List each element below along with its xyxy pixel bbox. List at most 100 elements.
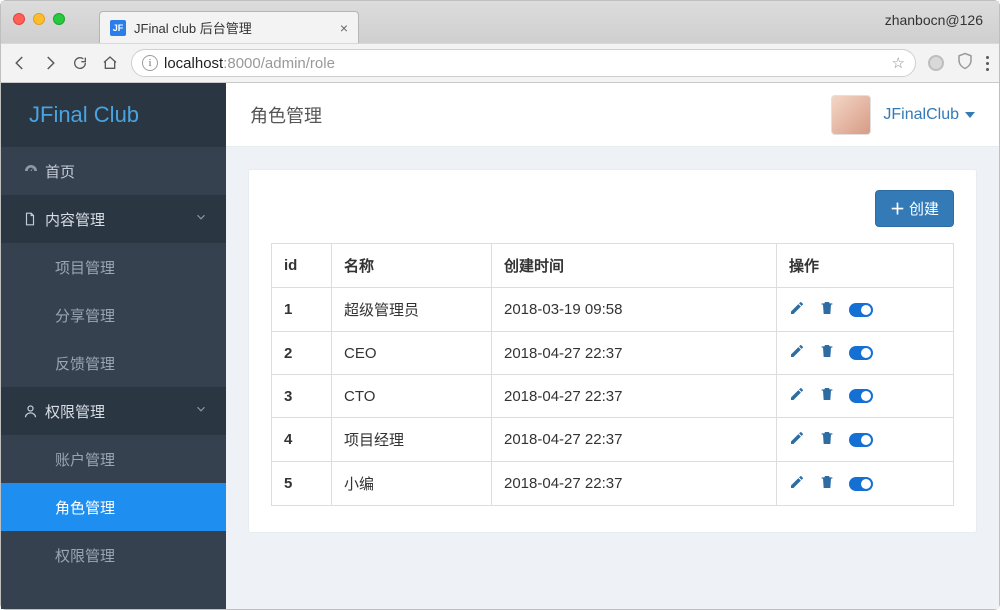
toggle-switch[interactable]: [849, 346, 873, 360]
sidebar-item-label: 权限管理: [45, 401, 194, 422]
sidebar-item-label: 首页: [45, 161, 208, 182]
user-menu[interactable]: JFinalClub: [883, 106, 975, 124]
cell-id: 5: [272, 462, 332, 506]
cell-ops: [777, 288, 954, 332]
user-icon: [23, 403, 45, 419]
cell-created: 2018-04-27 22:37: [492, 332, 777, 375]
delete-icon[interactable]: [819, 300, 835, 320]
favicon: JF: [110, 20, 126, 36]
sidebar-sub-content-2[interactable]: 反馈管理: [1, 339, 226, 387]
edit-icon[interactable]: [789, 386, 805, 406]
browser-menu-button[interactable]: [986, 56, 989, 71]
sidebar-item-content[interactable]: 内容管理: [1, 195, 226, 243]
edit-icon[interactable]: [789, 474, 805, 494]
cell-created: 2018-04-27 22:37: [492, 375, 777, 418]
plus-icon: ＋: [890, 198, 905, 219]
caret-down-icon: [965, 112, 975, 118]
site-info-icon[interactable]: i: [142, 55, 158, 71]
sidebar: JFinal Club 首页 内容管理 项目管理分享管理反馈管理 权限管理: [1, 83, 226, 609]
main-area: 角色管理 JFinalClub ＋ 创建: [226, 83, 999, 609]
cell-ops: [777, 375, 954, 418]
cell-ops: [777, 332, 954, 375]
cell-ops: [777, 418, 954, 462]
file-icon: [23, 211, 45, 227]
toggle-switch[interactable]: [849, 477, 873, 491]
table-row: 3CTO2018-04-27 22:37: [272, 375, 954, 418]
table-row: 5小编2018-04-27 22:37: [272, 462, 954, 506]
table-row: 4项目经理2018-04-27 22:37: [272, 418, 954, 462]
cell-name: CTO: [332, 375, 492, 418]
col-ops: 操作: [777, 244, 954, 288]
sidebar-item-permission[interactable]: 权限管理: [1, 387, 226, 435]
page-title: 角色管理: [250, 102, 322, 128]
create-button[interactable]: ＋ 创建: [875, 190, 954, 227]
delete-icon[interactable]: [819, 386, 835, 406]
close-tab-button[interactable]: ×: [340, 20, 348, 36]
cell-id: 2: [272, 332, 332, 375]
dashboard-icon: [23, 163, 45, 179]
maximize-window-button[interactable]: [53, 13, 65, 25]
delete-icon[interactable]: [819, 430, 835, 450]
cell-id: 4: [272, 418, 332, 462]
chevron-down-icon: [194, 402, 208, 420]
url-text: localhost:8000/admin/role: [164, 55, 335, 72]
home-button[interactable]: [101, 54, 119, 72]
role-table: id 名称 创建时间 操作 1超级管理员2018-03-19 09:582CEO…: [271, 243, 954, 506]
table-row: 2CEO2018-04-27 22:37: [272, 332, 954, 375]
sidebar-sub-perm-1[interactable]: 角色管理: [1, 483, 226, 531]
cell-name: CEO: [332, 332, 492, 375]
username-label: JFinalClub: [883, 106, 959, 124]
sidebar-item-label: 内容管理: [45, 209, 194, 230]
cell-created: 2018-04-27 22:37: [492, 418, 777, 462]
back-button[interactable]: [11, 54, 29, 72]
minimize-window-button[interactable]: [33, 13, 45, 25]
close-window-button[interactable]: [13, 13, 25, 25]
delete-icon[interactable]: [819, 474, 835, 494]
window-controls: [13, 13, 65, 25]
brand-text: JFinal Club: [29, 102, 139, 128]
sidebar-sub-perm-2[interactable]: 权限管理: [1, 531, 226, 579]
browser-profile-label: zhanbocn@126: [885, 12, 983, 32]
address-bar[interactable]: i localhost:8000/admin/role ☆: [131, 49, 916, 77]
create-button-label: 创建: [909, 198, 939, 219]
cell-ops: [777, 462, 954, 506]
toggle-switch[interactable]: [849, 303, 873, 317]
chevron-down-icon: [194, 210, 208, 228]
edit-icon[interactable]: [789, 343, 805, 363]
cell-created: 2018-03-19 09:58: [492, 288, 777, 332]
edit-icon[interactable]: [789, 300, 805, 320]
app-root: JFinal Club 首页 内容管理 项目管理分享管理反馈管理 权限管理: [1, 83, 999, 609]
account-avatar-icon[interactable]: [928, 55, 944, 71]
browser-tab[interactable]: JF JFinal club 后台管理 ×: [99, 11, 359, 43]
sidebar-sub-content-0[interactable]: 项目管理: [1, 243, 226, 291]
toggle-switch[interactable]: [849, 433, 873, 447]
col-name: 名称: [332, 244, 492, 288]
bookmark-star-icon[interactable]: ☆: [892, 54, 905, 72]
avatar[interactable]: [831, 95, 871, 135]
browser-tabstrip: JF JFinal club 后台管理 × zhanbocn@126: [1, 1, 999, 43]
delete-icon[interactable]: [819, 343, 835, 363]
cell-id: 1: [272, 288, 332, 332]
reload-button[interactable]: [71, 54, 89, 72]
tab-title: JFinal club 后台管理: [134, 18, 332, 37]
col-id: id: [272, 244, 332, 288]
sidebar-item-home[interactable]: 首页: [1, 147, 226, 195]
edit-icon[interactable]: [789, 430, 805, 450]
cell-name: 小编: [332, 462, 492, 506]
browser-toolbar: i localhost:8000/admin/role ☆: [1, 43, 999, 83]
cell-name: 项目经理: [332, 418, 492, 462]
cell-created: 2018-04-27 22:37: [492, 462, 777, 506]
brand[interactable]: JFinal Club: [1, 83, 226, 147]
content-panel: ＋ 创建 id 名称 创建时间 操作 1超级管理员2018-03-19 09:5…: [248, 169, 977, 533]
sidebar-nav: 首页 内容管理 项目管理分享管理反馈管理 权限管理 账户管理角色管理权限管理: [1, 147, 226, 609]
toggle-switch[interactable]: [849, 389, 873, 403]
sidebar-sub-content-1[interactable]: 分享管理: [1, 291, 226, 339]
cell-id: 3: [272, 375, 332, 418]
table-row: 1超级管理员2018-03-19 09:58: [272, 288, 954, 332]
sidebar-sub-perm-0[interactable]: 账户管理: [1, 435, 226, 483]
forward-button[interactable]: [41, 54, 59, 72]
col-created: 创建时间: [492, 244, 777, 288]
shield-icon[interactable]: [956, 52, 974, 75]
cell-name: 超级管理员: [332, 288, 492, 332]
topbar: 角色管理 JFinalClub: [226, 83, 999, 147]
